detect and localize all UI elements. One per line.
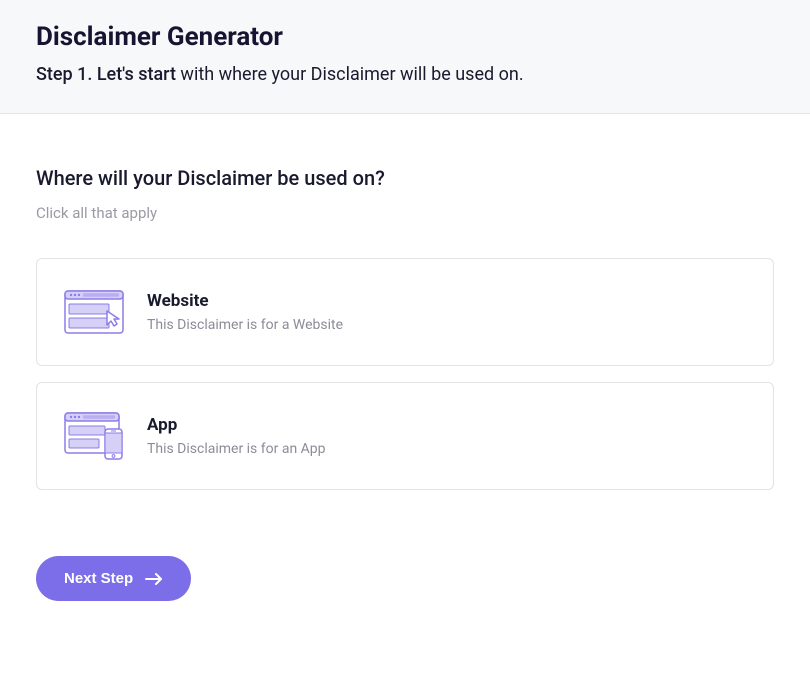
step-rest: with where your Disclaimer will be used …	[176, 64, 524, 85]
option-app-title: App	[147, 415, 326, 435]
option-app-text: App This Disclaimer is for an App	[147, 415, 326, 457]
option-website[interactable]: Website This Disclaimer is for a Website	[36, 258, 774, 366]
step-description: Step 1. Let's start with where your Disc…	[36, 64, 774, 85]
page-title: Disclaimer Generator	[36, 22, 774, 52]
option-website-title: Website	[147, 291, 343, 311]
option-website-text: Website This Disclaimer is for a Website	[147, 291, 343, 333]
next-step-button[interactable]: Next Step	[36, 556, 191, 601]
next-step-label: Next Step	[64, 570, 133, 587]
option-app-desc: This Disclaimer is for an App	[147, 441, 326, 457]
wizard-header: Disclaimer Generator Step 1. Let's start…	[0, 0, 810, 114]
question-instruction: Click all that apply	[36, 204, 774, 222]
step-prefix: Step 1. Let's start	[36, 64, 176, 85]
question-heading: Where will your Disclaimer be used on?	[36, 166, 774, 190]
option-app[interactable]: App This Disclaimer is for an App	[36, 382, 774, 490]
option-website-desc: This Disclaimer is for a Website	[147, 317, 343, 333]
app-icon	[63, 411, 125, 461]
arrow-right-icon	[145, 573, 163, 585]
website-icon	[63, 287, 125, 337]
wizard-content: Where will your Disclaimer be used on? C…	[0, 114, 810, 637]
